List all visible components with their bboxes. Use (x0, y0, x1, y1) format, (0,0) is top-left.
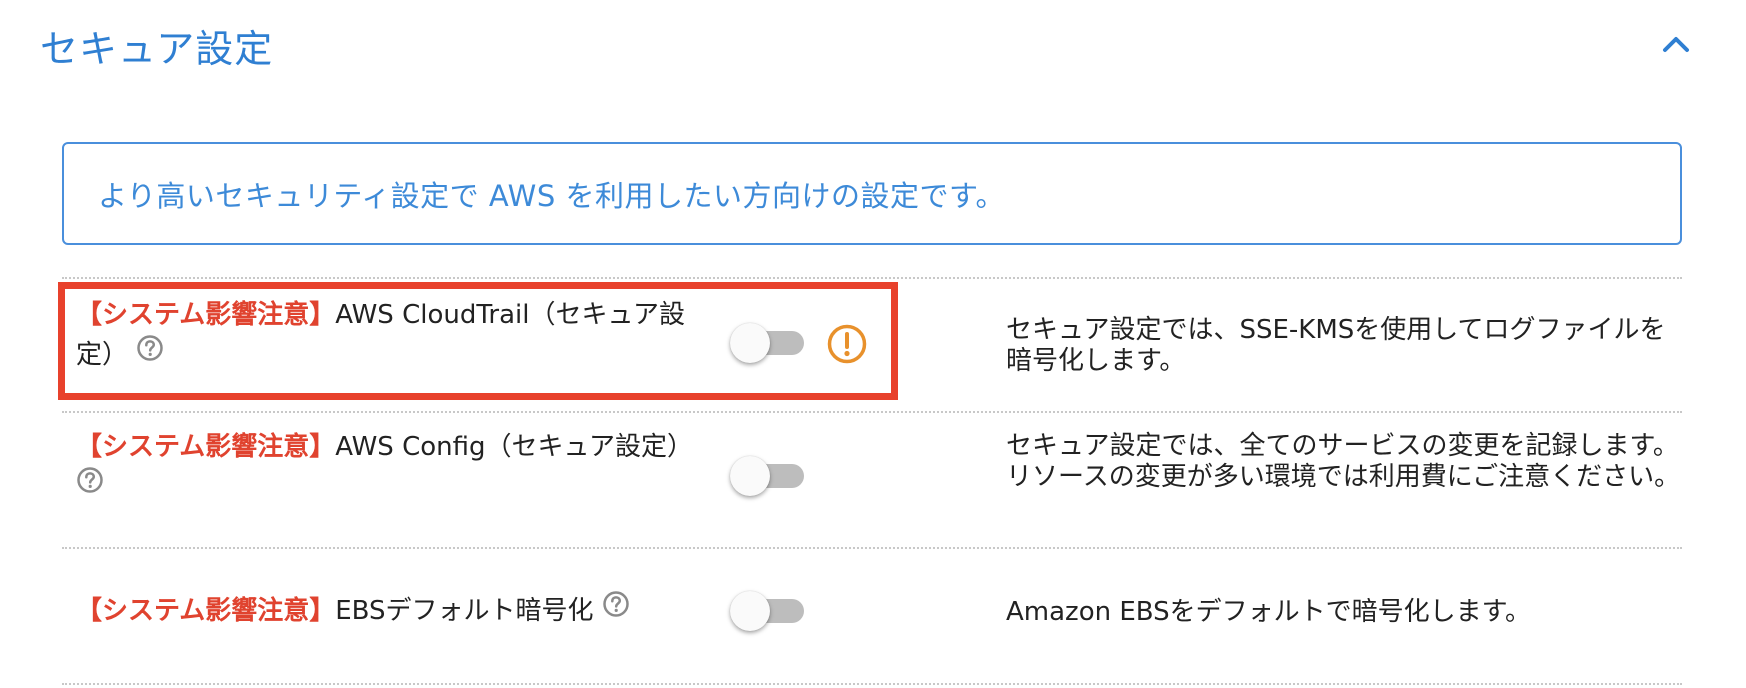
system-impact-tag: 【システム影響注意】 (76, 596, 336, 626)
setting-row-ebs-encryption: 【システム影響注意】EBSデフォルト暗号化 Amazon EBSをデフォルトで暗… (62, 547, 1682, 683)
system-impact-tag: 【システム影響注意】 (76, 432, 336, 462)
collapse-button[interactable] (1656, 26, 1696, 62)
cloudtrail-toggle[interactable] (730, 323, 806, 363)
toggle-thumb (730, 591, 770, 631)
section-title: セキュア設定 (40, 27, 274, 71)
setting-row-cloudtrail: 【システム影響注意】AWS CloudTrail（セキュア設定） セキュア設定で… (62, 277, 1682, 411)
ebs-encryption-toggle[interactable] (730, 591, 806, 631)
setting-label: 【システム影響注意】AWS CloudTrail（セキュア設定） (76, 295, 716, 376)
setting-name: EBSデフォルト暗号化 (335, 596, 594, 626)
info-text: より高いセキュリティ設定で AWS を利用したい方向けの設定です。 (98, 178, 1006, 213)
help-icon[interactable] (76, 466, 104, 506)
setting-row-config: 【システム影響注意】AWS Config（セキュア設定） セキュア設定では、全て… (62, 411, 1682, 547)
setting-name: AWS Config（セキュア設定） (335, 432, 693, 462)
setting-description: セキュア設定では、全てのサービスの変更を記録します。リソースの変更が多い環境では… (1006, 431, 1681, 492)
setting-description: Amazon EBSをデフォルトで暗号化します。 (1006, 597, 1532, 627)
chevron-up-icon (1663, 37, 1689, 52)
config-toggle[interactable] (730, 456, 806, 496)
toggle-thumb (730, 323, 770, 363)
help-icon[interactable] (136, 334, 164, 374)
system-impact-tag: 【システム影響注意】 (76, 300, 336, 330)
alert-icon (827, 324, 867, 364)
row-divider (62, 683, 1682, 687)
setting-description: セキュア設定では、SSE-KMSを使用してログファイルを暗号化します。 (1006, 315, 1666, 376)
setting-label: 【システム影響注意】AWS Config（セキュア設定） (76, 427, 716, 508)
info-box: より高いセキュリティ設定で AWS を利用したい方向けの設定です。 (62, 142, 1682, 245)
toggle-thumb (730, 456, 770, 496)
secure-settings-page: セキュア設定 より高いセキュリティ設定で AWS を利用したい方向けの設定です。… (0, 0, 1746, 688)
section-header: セキュア設定 (0, 0, 1746, 90)
help-icon[interactable] (602, 590, 630, 630)
setting-label: 【システム影響注意】EBSデフォルト暗号化 (76, 590, 716, 632)
